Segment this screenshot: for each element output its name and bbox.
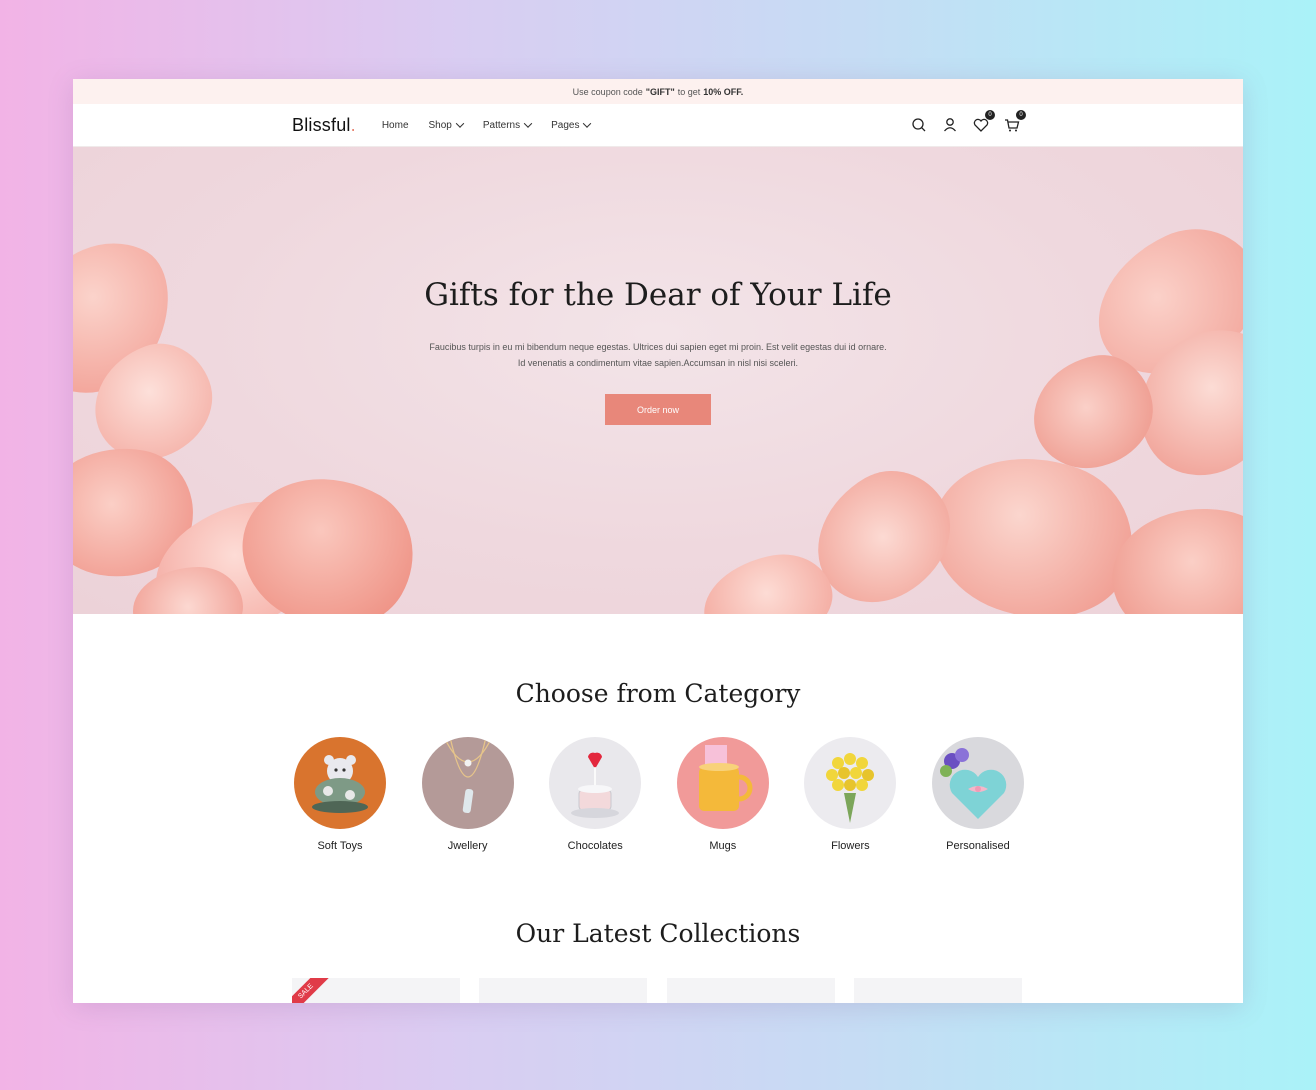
product-card[interactable] (479, 978, 648, 1003)
nav-patterns-label: Patterns (482, 119, 521, 131)
category-label: Flowers (831, 840, 870, 852)
hero-banner: Gifts for the Dear of Your Life Faucibus… (73, 147, 1243, 614)
category-label: Jwellery (447, 840, 488, 852)
personalised-image (931, 737, 1024, 829)
browser-page: Use coupon code "GIFT" to get 10% OFF. B… (73, 79, 1243, 1003)
hero-text-line: Id venenatis a condimentum vitae sapien.… (517, 358, 799, 368)
product-grid: SALE (292, 978, 1022, 1003)
hero-title: Gifts for the Dear of Your Life (424, 277, 892, 313)
category-label: Personalised (946, 840, 1010, 852)
latest-collections-title: Our Latest Collections (515, 919, 801, 948)
nav-home-label: Home (381, 119, 409, 131)
wishlist-count-badge: 0 (985, 110, 995, 120)
chevron-down-icon (523, 119, 533, 128)
mugs-image (676, 737, 769, 829)
account-button[interactable] (941, 116, 959, 134)
nav-patterns[interactable]: Patterns (482, 119, 533, 131)
category-label: Chocolates (567, 840, 623, 852)
hero-description: Faucibus turpis in eu mi bibendum neque … (398, 339, 918, 371)
wishlist-button[interactable]: 0 (972, 110, 995, 134)
promo-bar: Use coupon code "GIFT" to get 10% OFF. (73, 79, 1243, 104)
search-button[interactable] (910, 116, 928, 134)
category-soft-toys[interactable]: Soft Toys (294, 737, 386, 852)
logo-dot: . (350, 114, 356, 135)
category-personalised[interactable]: Personalised (931, 737, 1024, 852)
order-now-button[interactable]: Order now (605, 394, 711, 425)
nav-pages-label: Pages (551, 119, 580, 131)
category-label: Mugs (709, 840, 737, 852)
user-icon (944, 118, 956, 132)
sale-ribbon: SALE (292, 978, 332, 1003)
promo-discount: 10% OFF. (703, 86, 744, 97)
hero-content: Gifts for the Dear of Your Life Faucibus… (73, 277, 1243, 425)
product-card[interactable] (666, 978, 835, 1003)
product-card[interactable] (853, 978, 1022, 1003)
cart-button[interactable]: 0 (1003, 110, 1026, 134)
main-header: Blissful. Home Shop Patterns Pages 0 0 (73, 104, 1243, 147)
promo-text-before: Use coupon code (572, 86, 643, 97)
promo-text-mid: to get (677, 86, 701, 97)
category-chocolates[interactable]: Chocolates (549, 737, 642, 852)
category-jwellery[interactable]: Jwellery (421, 737, 514, 852)
nav-shop-label: Shop (428, 119, 452, 131)
category-list: Soft Toys Jwellery Chocolates Mugs Flowe… (294, 737, 1024, 852)
main-menu: Home Shop Patterns Pages (382, 119, 592, 131)
chevron-down-icon (583, 119, 592, 128)
chocolates-image (549, 737, 642, 829)
category-flowers[interactable]: Flowers (804, 737, 897, 852)
hero-text-line: Faucibus turpis in eu mi bibendum neque … (429, 342, 887, 352)
product-card[interactable]: SALE (292, 978, 460, 1003)
flowers-image (804, 737, 897, 829)
category-mugs[interactable]: Mugs (676, 737, 769, 852)
cart-count-badge: 0 (1016, 110, 1026, 120)
nav-shop[interactable]: Shop (428, 119, 465, 131)
jwellery-image (421, 737, 514, 829)
logo-text: Blissful (292, 114, 351, 135)
category-section-title: Choose from Category (515, 679, 801, 708)
search-icon (912, 118, 926, 132)
nav-home[interactable]: Home (382, 120, 409, 131)
promo-code: "GIFT" (645, 86, 675, 97)
soft-toys-image (294, 737, 386, 829)
nav-pages[interactable]: Pages (551, 119, 592, 131)
category-label: Soft Toys (317, 840, 363, 852)
chevron-down-icon (455, 119, 465, 128)
logo[interactable]: Blissful. (292, 115, 356, 136)
header-icons: 0 0 (910, 110, 1026, 134)
